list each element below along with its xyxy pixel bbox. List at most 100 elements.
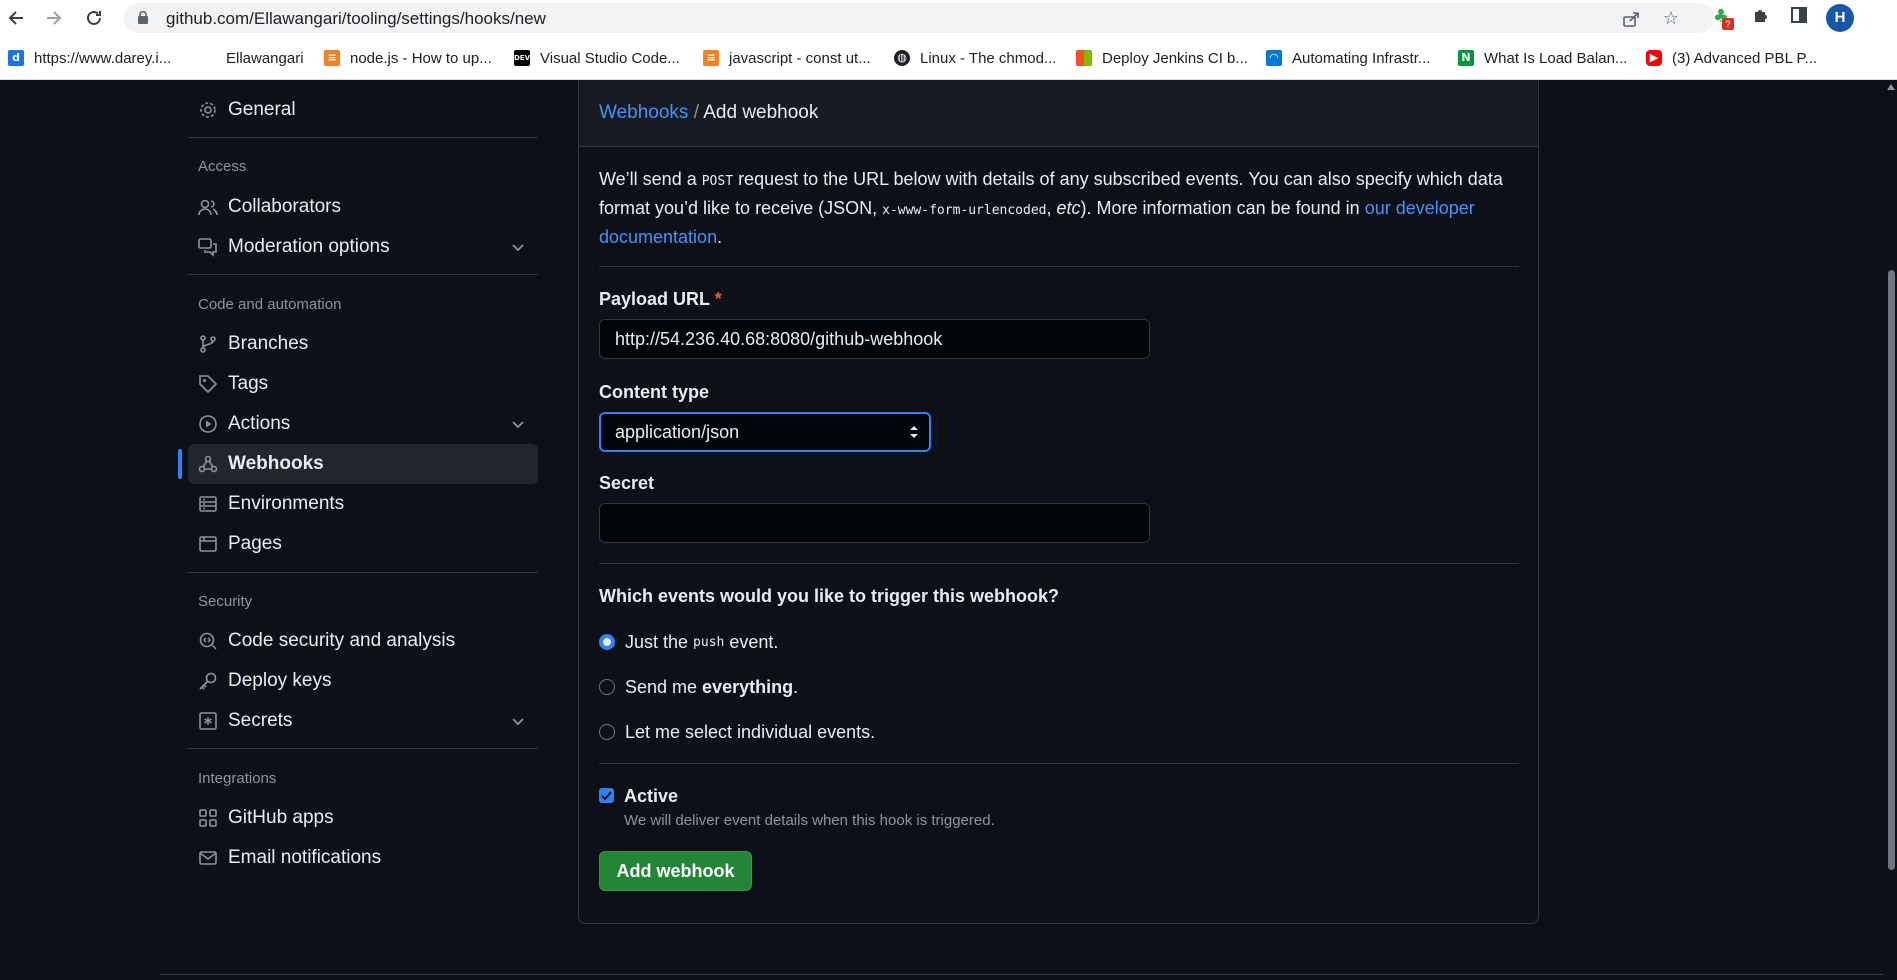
events-question: Which events would you like to trigger t…: [599, 586, 1060, 606]
chevron-down-icon[interactable]: [510, 416, 526, 432]
sidebar-item-moderation[interactable]: Moderation options: [188, 227, 538, 267]
bookmark-label: Ellawangari: [226, 49, 304, 67]
sidebar-item-pages[interactable]: Pages: [188, 524, 538, 564]
darey-icon: d: [8, 50, 24, 66]
sidebar-item-general[interactable]: General: [188, 90, 538, 130]
chevron-down-icon[interactable]: [510, 713, 526, 729]
payload-url-label-text: Payload URL: [599, 289, 710, 309]
bookmark-item[interactable]: DEV Visual Studio Code...: [514, 47, 680, 69]
sidebar-item-collaborators[interactable]: Collaborators: [188, 187, 538, 227]
apps-icon: [199, 809, 217, 827]
sidebar-item-label: Code security and analysis: [228, 630, 456, 651]
option-text: Let me select individual events.: [625, 721, 876, 742]
bookmark-item[interactable]: ≡ javascript - const ut...: [703, 47, 871, 69]
gear-icon: [200, 102, 216, 118]
option-text: Send me: [625, 676, 698, 697]
youtube-icon: ▶: [1646, 50, 1662, 66]
breadcrumb-webhooks-link[interactable]: Webhooks: [599, 102, 688, 123]
add-webhook-button[interactable]: Add webhook: [599, 851, 752, 891]
azure-devops-icon: ◠: [1266, 50, 1282, 66]
address-bar[interactable]: github.com/Ellawangari/tooling/settings/…: [124, 3, 1714, 33]
sidebar-item-environments[interactable]: Environments: [188, 484, 538, 524]
reload-icon[interactable]: [80, 4, 108, 32]
payload-url-input[interactable]: http://54.236.40.68:8080/github-webhook: [599, 319, 1150, 359]
tag-icon: [199, 375, 218, 394]
content-type-value: application/json: [615, 422, 740, 442]
divider: [599, 763, 1519, 764]
bookmark-label: What Is Load Balan...: [1484, 49, 1628, 67]
profile-avatar[interactable]: H: [1826, 4, 1854, 32]
secret-label: Secret: [599, 473, 655, 493]
radio-button[interactable]: [599, 679, 615, 695]
option-text: .: [793, 676, 799, 697]
sidebar-item-label: Environments: [228, 493, 345, 514]
forward-arrow-icon[interactable]: [40, 4, 68, 32]
divider: [599, 563, 1519, 564]
page-title: Add webhook: [703, 102, 819, 123]
bookmark-label: Automating Infrastr...: [1292, 49, 1431, 67]
bookmark-item[interactable]: ≡ node.js - How to up...: [324, 47, 492, 69]
bookmark-label: node.js - How to up...: [350, 49, 492, 67]
bookmark-item[interactable]: Deploy Jenkins CI b...: [1076, 47, 1248, 69]
sidebar-item-webhooks[interactable]: Webhooks: [188, 444, 538, 484]
secret-input[interactable]: [599, 503, 1150, 543]
radio-button[interactable]: [599, 724, 615, 740]
bookmark-label: javascript - const ut...: [729, 49, 871, 67]
bookmark-item[interactable]: ◍ Linux - The chmod...: [894, 47, 1056, 69]
extensions-puzzle-icon[interactable]: [1750, 6, 1772, 28]
bookmark-item[interactable]: d https://www.darey.i...: [8, 47, 171, 69]
panel-header: Webhooks / Add webhook: [579, 80, 1538, 147]
event-option-everything[interactable]: Send me everything .: [599, 675, 798, 699]
back-arrow-icon[interactable]: [2, 4, 30, 32]
payload-url-label: Payload URL *: [599, 289, 722, 310]
intro-part: We’ll send a: [599, 169, 697, 189]
blank-icon: [200, 50, 216, 66]
play-icon: [199, 415, 217, 433]
key-icon: [199, 672, 217, 690]
bookmark-item[interactable]: ◠ Automating Infrastr...: [1266, 47, 1430, 69]
intro-end: .: [717, 227, 723, 247]
active-checkbox[interactable]: [599, 788, 614, 803]
mail-icon: [199, 851, 217, 865]
bookmarks-bar: d https://www.darey.i... Ellawangari ≡ n…: [0, 36, 1897, 80]
stackoverflow-icon: ≡: [703, 50, 719, 66]
share-icon[interactable]: [1622, 10, 1640, 28]
bookmark-item[interactable]: N What Is Load Balan...: [1458, 47, 1627, 69]
radio-button-checked[interactable]: [599, 634, 615, 650]
sidebar-item-deploy-keys[interactable]: Deploy keys: [188, 661, 538, 701]
bookmark-star-icon[interactable]: ☆: [1662, 10, 1680, 28]
scrollbar-thumb[interactable]: [1888, 270, 1895, 870]
bookmark-item[interactable]: Ellawangari: [200, 47, 304, 69]
sidebar-item-actions[interactable]: Actions: [188, 404, 538, 444]
footer-divider: [160, 974, 1884, 975]
people-icon: [198, 199, 218, 216]
chevron-down-icon[interactable]: [510, 239, 526, 255]
content-type-label: Content type: [599, 382, 709, 402]
sidebar-item-email-notifications[interactable]: Email notifications: [188, 838, 538, 878]
scroll-up-arrow-icon[interactable]: [1887, 84, 1895, 90]
bookmark-label: (3) Advanced PBL P...: [1672, 49, 1818, 67]
nginx-icon: N: [1458, 50, 1474, 66]
bookmark-label: Visual Studio Code...: [540, 49, 680, 67]
sidebar-item-branches[interactable]: Branches: [188, 324, 538, 364]
divider: [599, 266, 1519, 267]
intro-text: We’ll send a POST request to the URL bel…: [599, 169, 1503, 247]
active-indicator: [178, 449, 182, 479]
sidebar-item-label: Webhooks: [228, 453, 324, 474]
side-panel-icon[interactable]: [1788, 6, 1810, 28]
required-mark: *: [714, 289, 722, 309]
bookmark-item[interactable]: ▶ (3) Advanced PBL P...: [1646, 47, 1817, 69]
divider: [188, 572, 538, 573]
globe-icon: ◍: [894, 50, 910, 66]
checkmark-icon: [601, 791, 612, 801]
sidebar-item-secrets[interactable]: Secrets: [188, 701, 538, 741]
sidebar-item-code-security[interactable]: Code security and analysis: [188, 621, 538, 661]
sidebar-item-label: Actions: [228, 413, 291, 434]
content-type-select[interactable]: application/json: [599, 412, 931, 452]
sidebar-item-github-apps[interactable]: GitHub apps: [188, 798, 538, 838]
event-option-push[interactable]: Just the push event.: [599, 630, 778, 654]
settings-sidebar: General Access Collaborators Moderation …: [178, 80, 548, 980]
post-code: POST: [701, 174, 734, 189]
sidebar-item-tags[interactable]: Tags: [188, 364, 538, 404]
event-option-individual[interactable]: Let me select individual events.: [599, 720, 875, 744]
